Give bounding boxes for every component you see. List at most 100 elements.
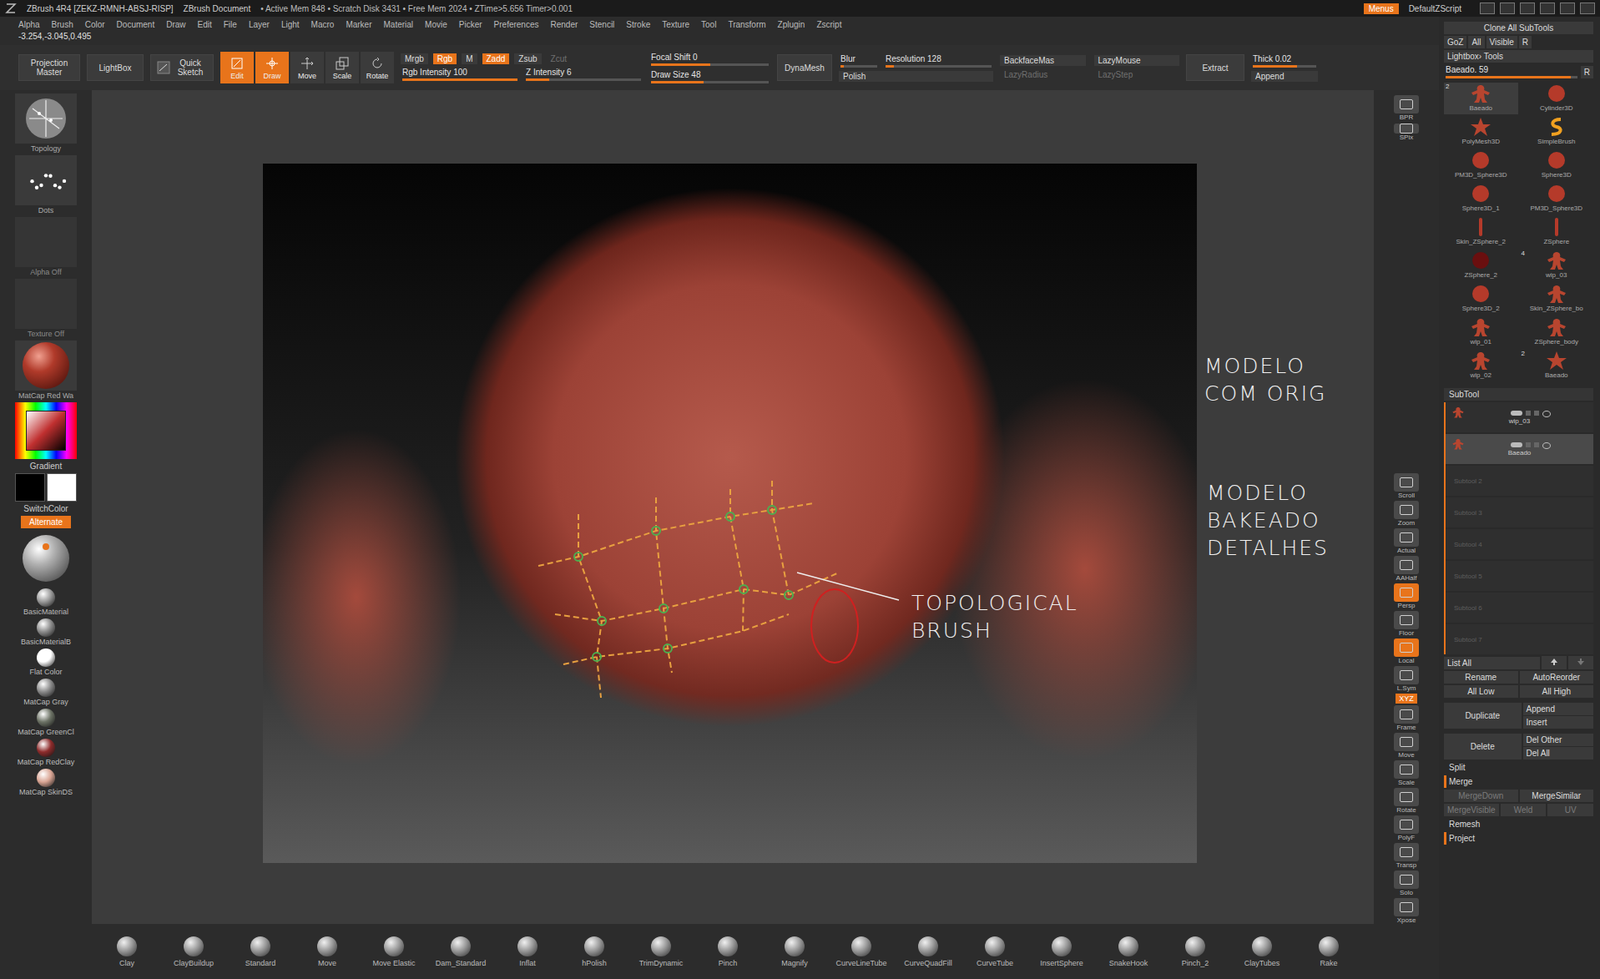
move-down-button[interactable] [1568, 656, 1594, 670]
subtool-item[interactable]: wip_03 [1445, 402, 1594, 433]
menu-item[interactable]: Color [85, 20, 106, 30]
material-item[interactable]: MatCap SkinDS [19, 768, 73, 797]
intensity-slider[interactable]: Rgb Intensity 100 [400, 66, 520, 82]
brush-button[interactable]: Pinch [696, 936, 759, 968]
goz-button[interactable]: GoZ [1443, 35, 1467, 49]
subtool-item[interactable]: Subtool 6 [1445, 592, 1594, 623]
append-button[interactable]: Append [1251, 70, 1318, 82]
lazy-toggle[interactable]: LazyRadius [999, 69, 1086, 81]
menus-button[interactable]: Menus [1363, 3, 1399, 15]
menu-item[interactable]: Material [383, 20, 414, 30]
clone-button[interactable]: Clone All SubTools [1443, 21, 1594, 35]
tool-item[interactable]: 2Baeado [1443, 82, 1519, 115]
view-button[interactable]: Transp [1389, 842, 1424, 869]
channel-toggle[interactable]: Mrgb [400, 53, 429, 65]
subtool-item[interactable]: Subtool 2 [1445, 465, 1594, 496]
color-picker[interactable] [15, 402, 77, 460]
menu-item[interactable]: Light [281, 20, 300, 30]
menu-item[interactable]: Document [116, 20, 156, 30]
tool-item[interactable]: Cylinder3D [1519, 82, 1595, 115]
menu-item[interactable]: Brush [51, 20, 74, 30]
mode-button[interactable]: Move [290, 51, 324, 84]
subtool-item[interactable]: Subtool 3 [1445, 497, 1594, 528]
move-up-button[interactable] [1541, 656, 1567, 670]
brush-button[interactable]: Move Elastic [363, 936, 425, 968]
view-button[interactable]: Scroll [1389, 473, 1424, 500]
material-item[interactable]: Flat Color [29, 648, 62, 677]
tool-item[interactable]: 4wip_03 [1519, 249, 1595, 282]
layout-icon[interactable] [1479, 2, 1495, 15]
menu-item[interactable]: Render [550, 20, 579, 30]
brush-button[interactable]: Magnify [763, 936, 826, 968]
merge-button[interactable]: MergeSimilar [1519, 789, 1595, 803]
tool-item[interactable]: ZSphere_body [1519, 316, 1595, 349]
goz-button[interactable]: All [1468, 35, 1484, 49]
document-canvas[interactable]: MODELOCOM ORIGMODELOBAKEADODETALHESTOPOL… [91, 90, 1374, 924]
material-item[interactable]: MatCap Gray [23, 678, 69, 707]
menu-item[interactable]: Stroke [625, 20, 651, 30]
brush-button[interactable]: Inflat [496, 936, 559, 968]
subtool-action-button[interactable]: Insert [1523, 716, 1595, 729]
mode-button[interactable]: Draw [255, 51, 289, 84]
view-button[interactable]: PolyF [1389, 815, 1424, 842]
quick-sketch-button[interactable]: Quick Sketch [150, 54, 214, 81]
intensity-slider[interactable]: Z Intensity 6 [524, 66, 643, 82]
menu-item[interactable]: File [223, 20, 238, 30]
goz-button[interactable]: Visible [1486, 35, 1518, 49]
brush-button[interactable]: Rake [1297, 936, 1360, 968]
subtool-header[interactable]: SubTool [1443, 388, 1594, 401]
polish-toggle[interactable]: Polish [838, 70, 994, 82]
resolution-slider[interactable]: Resolution 128 [883, 53, 994, 69]
tool-slider[interactable]: Baeado. 59 [1443, 64, 1580, 80]
split-section[interactable]: Split [1443, 761, 1594, 774]
merge-button[interactable]: MergeDown [1443, 789, 1519, 803]
extract-button[interactable]: Extract [1186, 54, 1245, 81]
menu-item[interactable]: Alpha [18, 20, 41, 30]
brush-button[interactable]: ClayTubes [1231, 936, 1293, 968]
brush-button[interactable]: CurveTube [964, 936, 1026, 968]
tool-item[interactable]: Sphere3D_1 [1443, 182, 1519, 215]
material-item[interactable]: BasicMaterialB [20, 618, 71, 647]
brush-slider[interactable]: Focal Shift 0 [649, 51, 771, 67]
brush-slider[interactable]: Draw Size 48 [649, 69, 771, 85]
tool-item[interactable]: Skin_ZSphere_bo [1519, 282, 1595, 315]
subtool-action-button[interactable]: Rename [1443, 671, 1519, 684]
secondary-color-swatch[interactable] [46, 473, 77, 502]
duplicate-button[interactable]: Duplicate [1443, 702, 1522, 729]
subtool-item[interactable]: Subtool 5 [1445, 560, 1594, 591]
tool-item[interactable]: Sphere3D_2 [1443, 282, 1519, 315]
view-button[interactable]: Move [1389, 732, 1424, 759]
tool-r-button[interactable]: R [1580, 65, 1594, 79]
view-button[interactable]: Floor [1389, 610, 1424, 637]
merge-button[interactable]: Weld [1500, 803, 1547, 817]
alpha-picker[interactable]: Alpha Off [15, 217, 77, 277]
subtool-action-button[interactable]: All Low [1443, 685, 1519, 698]
view-button[interactable]: L.Sym [1389, 666, 1424, 692]
menu-item[interactable]: Picker [459, 20, 483, 30]
tool-item[interactable]: ZSphere_2 [1443, 249, 1519, 282]
texture-picker[interactable]: Texture Off [15, 278, 77, 339]
subtool-action-button[interactable]: AutoReorder [1519, 671, 1595, 684]
switch-color-button[interactable]: SwitchColor [23, 504, 68, 514]
merge-button[interactable]: UV [1547, 803, 1594, 817]
view-button[interactable]: AAHalf [1389, 555, 1424, 582]
view-button[interactable]: Local [1389, 638, 1424, 665]
goz-button[interactable]: R [1519, 35, 1532, 49]
close-icon[interactable] [1579, 2, 1595, 15]
tool-item[interactable]: Skin_ZSphere_2 [1443, 216, 1519, 248]
menu-item[interactable]: Edit [197, 20, 212, 30]
thick-slider[interactable]: Thick 0.02 [1251, 53, 1318, 69]
lazy-toggle[interactable]: LazyStep [1094, 69, 1181, 81]
brush-button[interactable]: hPolish [563, 936, 626, 968]
menu-item[interactable]: Stencil [589, 20, 615, 30]
material-item[interactable]: MatCap GreenCl [17, 708, 75, 737]
brush-button[interactable]: TrimDynamic [630, 936, 692, 968]
menu-item[interactable]: Marker [345, 20, 372, 30]
brush-button[interactable]: CurveLineTube [830, 936, 893, 968]
brush-button[interactable]: Dam_Standard [429, 936, 492, 968]
maximize-icon[interactable] [1559, 2, 1575, 15]
list-all-button[interactable]: List All [1443, 656, 1540, 670]
projection-master-button[interactable]: Projection Master [18, 54, 81, 81]
depth-toggle[interactable]: Zadd [482, 53, 510, 65]
lazy-toggle[interactable]: LazyMouse [1094, 55, 1181, 66]
